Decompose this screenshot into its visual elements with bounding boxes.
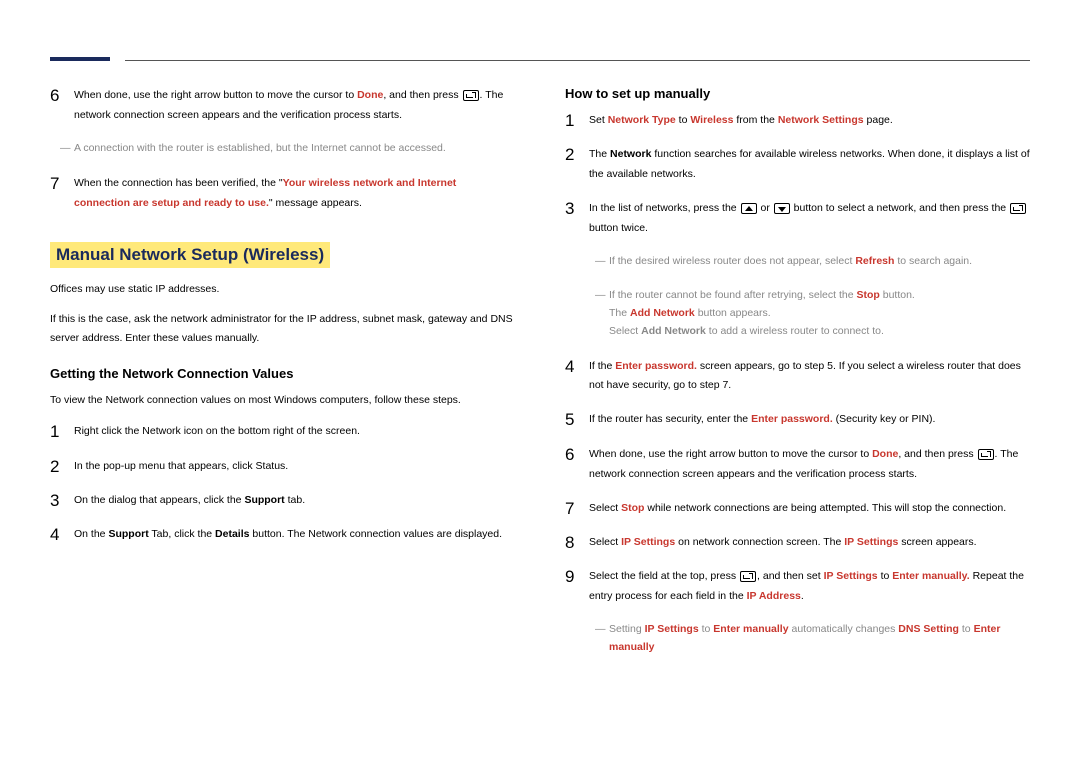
manual-steps: 1 Set Network Type to Wireless from the … [565, 111, 1030, 239]
enter-icon [1010, 203, 1026, 214]
step-number: 1 [50, 422, 74, 442]
m-step-3: 3 In the list of networks, press the or … [565, 199, 1030, 239]
step-text: Select IP Settings on network connection… [589, 533, 1030, 553]
gv-step-3: 3 On the dialog that appears, click the … [50, 491, 515, 511]
step-text: If the router has security, enter the En… [589, 410, 1030, 430]
step-number: 6 [50, 86, 74, 106]
gv-step-2: 2 In the pop-up menu that appears, click… [50, 457, 515, 477]
step-number: 7 [565, 499, 589, 519]
step-number: 4 [565, 357, 589, 377]
getting-values-steps: 1 Right click the Network icon on the bo… [50, 422, 515, 546]
sub1-intro: To view the Network connection values on… [50, 391, 515, 410]
section-title-manual-setup: Manual Network Setup (Wireless) [50, 242, 330, 268]
manual-steps-cont: 4 If the Enter password. screen appears,… [565, 357, 1030, 608]
step-text: When the connection has been verified, t… [74, 174, 515, 214]
step-number: 8 [565, 533, 589, 553]
step-number: 2 [50, 457, 74, 477]
down-icon [774, 203, 790, 214]
step-text: In the list of networks, press the or bu… [589, 199, 1030, 239]
note-refresh: If the desired wireless router does not … [565, 253, 1030, 271]
m-step-6: 6 When done, use the right arrow button … [565, 445, 1030, 485]
step-text: When done, use the right arrow button to… [589, 445, 1030, 485]
note-stop: If the router cannot be found after retr… [565, 287, 1030, 341]
enter-icon [978, 449, 994, 460]
header-rule [125, 60, 1030, 61]
step-7: 7 When the connection has been verified,… [50, 174, 515, 214]
step-text: On the Support Tab, click the Details bu… [74, 525, 515, 545]
header-accent [50, 57, 110, 61]
m-step-1: 1 Set Network Type to Wireless from the … [565, 111, 1030, 131]
subheading-manual-setup: How to set up manually [565, 86, 1030, 101]
m-step-8: 8 Select IP Settings on network connecti… [565, 533, 1030, 553]
step-text: If the Enter password. screen appears, g… [589, 357, 1030, 397]
step-number: 3 [50, 491, 74, 511]
note-connection: A connection with the router is establis… [50, 140, 515, 158]
step-number: 1 [565, 111, 589, 131]
step-number: 5 [565, 410, 589, 430]
enter-icon [740, 571, 756, 582]
m-step-7: 7 Select Stop while network connections … [565, 499, 1030, 519]
subheading-connection-values: Getting the Network Connection Values [50, 366, 515, 381]
gv-step-1: 1 Right click the Network icon on the bo… [50, 422, 515, 442]
m-step-5: 5 If the router has security, enter the … [565, 410, 1030, 430]
intro-text-1: Offices may use static IP addresses. [50, 280, 515, 299]
up-icon [741, 203, 757, 214]
continued-steps: 6 When done, use the right arrow button … [50, 86, 515, 126]
step-number: 4 [50, 525, 74, 545]
two-column-layout: 6 When done, use the right arrow button … [50, 86, 1030, 673]
step-text: The Network function searches for availa… [589, 145, 1030, 185]
m-step-4: 4 If the Enter password. screen appears,… [565, 357, 1030, 397]
step-text: Select the field at the top, press , and… [589, 567, 1030, 607]
step-number: 7 [50, 174, 74, 194]
step-6: 6 When done, use the right arrow button … [50, 86, 515, 126]
step-text: Set Network Type to Wireless from the Ne… [589, 111, 1030, 131]
step-number: 9 [565, 567, 589, 587]
step-text: In the pop-up menu that appears, click S… [74, 457, 515, 477]
step-number: 2 [565, 145, 589, 165]
m-step-9: 9 Select the field at the top, press , a… [565, 567, 1030, 607]
enter-icon [463, 90, 479, 101]
left-column: 6 When done, use the right arrow button … [50, 86, 515, 673]
step-text: On the dialog that appears, click the Su… [74, 491, 515, 511]
m-step-2: 2 The Network function searches for avai… [565, 145, 1030, 185]
step-text: When done, use the right arrow button to… [74, 86, 515, 126]
step-text: Select Stop while network connections ar… [589, 499, 1030, 519]
gv-step-4: 4 On the Support Tab, click the Details … [50, 525, 515, 545]
step-number: 6 [565, 445, 589, 465]
page-container: 6 When done, use the right arrow button … [0, 0, 1080, 703]
note-dns: Setting IP Settings to Enter manually au… [565, 621, 1030, 657]
continued-steps-2: 7 When the connection has been verified,… [50, 174, 515, 214]
intro-text-2: If this is the case, ask the network adm… [50, 310, 515, 348]
step-text: Right click the Network icon on the bott… [74, 422, 515, 442]
step-number: 3 [565, 199, 589, 219]
right-column: How to set up manually 1 Set Network Typ… [565, 86, 1030, 673]
